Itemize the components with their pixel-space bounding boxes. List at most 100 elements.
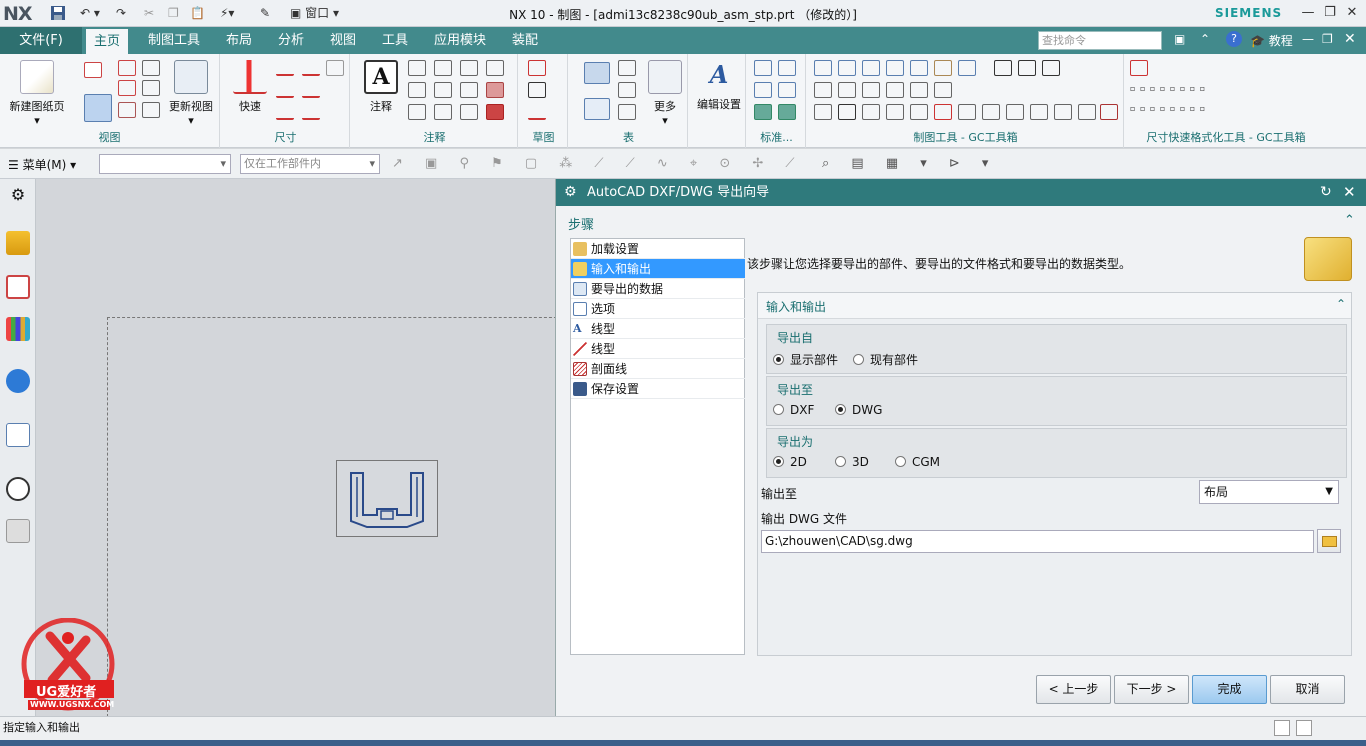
arc-length-dim-icon[interactable] bbox=[302, 104, 320, 120]
bend-table-icon[interactable] bbox=[618, 82, 636, 98]
command-search-input[interactable]: 查找命令 bbox=[1038, 31, 1162, 50]
radio-dxf[interactable]: DXF bbox=[773, 403, 814, 417]
radio-existing-part[interactable]: 现有部件 bbox=[853, 351, 918, 368]
drawing-view-frame[interactable] bbox=[336, 460, 438, 537]
area-fill-icon[interactable] bbox=[486, 82, 504, 98]
list-item[interactable]: 要导出的数据 bbox=[571, 279, 745, 299]
balloon-icon[interactable] bbox=[408, 104, 426, 120]
dimfmt-icon-1[interactable] bbox=[1130, 60, 1148, 76]
finish-button[interactable]: 完成 bbox=[1192, 675, 1267, 704]
linear-dim-icon[interactable] bbox=[276, 60, 294, 76]
radial-dim-icon[interactable] bbox=[276, 82, 294, 98]
part-navigator-icon[interactable] bbox=[6, 231, 30, 255]
gc-icon-23[interactable] bbox=[958, 104, 976, 120]
gc-icon-14[interactable] bbox=[886, 82, 904, 98]
projected-view-icon[interactable] bbox=[84, 94, 112, 122]
datum-feature-icon[interactable] bbox=[408, 82, 426, 98]
view-icon-a[interactable] bbox=[142, 60, 160, 76]
file-menu-button[interactable]: 文件(F) bbox=[0, 27, 82, 54]
dwg-file-input[interactable]: G:\zhouwen\CAD\sg.dwg bbox=[761, 530, 1314, 553]
image-icon[interactable] bbox=[434, 104, 452, 120]
detail-view-icon[interactable] bbox=[118, 60, 136, 76]
base-view-icon[interactable] bbox=[84, 62, 102, 78]
standard-icon-f[interactable] bbox=[778, 104, 796, 120]
sketch-line-icon[interactable] bbox=[528, 104, 546, 120]
standard-icon-e[interactable] bbox=[754, 104, 772, 120]
view-icon-b[interactable] bbox=[142, 80, 160, 96]
gc-icon-10[interactable] bbox=[1042, 60, 1060, 76]
gc-icon-19[interactable] bbox=[862, 104, 880, 120]
search-icon[interactable]: ⌕ bbox=[1145, 32, 1152, 47]
standard-icon-a[interactable] bbox=[754, 60, 772, 76]
list-item[interactable]: 保存设置 bbox=[571, 379, 745, 399]
snap-point-icons[interactable]: ↗ ▣ ⚲ ⚑ ▢ ⁂ ⟋ ⟋ ∿ ⌖ ⊙ ✢ ⟋ ◔ bbox=[392, 156, 812, 171]
sketch-rectangle-icon[interactable] bbox=[528, 82, 546, 98]
list-item[interactable]: 输入和输出 bbox=[571, 259, 745, 279]
gc-icon-26[interactable] bbox=[1030, 104, 1048, 120]
gc-icon-29[interactable] bbox=[1100, 104, 1118, 120]
hole-table-icon[interactable] bbox=[618, 60, 636, 76]
gc-icon-27[interactable] bbox=[1054, 104, 1072, 120]
settings-gear-icon[interactable]: ⚙ bbox=[6, 183, 30, 207]
auto-balloon-icon[interactable] bbox=[618, 104, 636, 120]
radio-cgm[interactable]: CGM bbox=[895, 455, 940, 469]
gc-icon-21[interactable] bbox=[910, 104, 928, 120]
gc-icon-24[interactable] bbox=[982, 104, 1000, 120]
radio-display-part[interactable]: 显示部件 bbox=[773, 351, 838, 368]
type-filter-combo[interactable]: ▾ bbox=[99, 154, 231, 174]
gc-icon-5[interactable] bbox=[910, 60, 928, 76]
tutorial-button[interactable]: 🎓 教程 bbox=[1250, 32, 1293, 49]
assembly-navigator-icon[interactable] bbox=[6, 275, 30, 299]
tab-applications[interactable]: 应用模块 bbox=[426, 27, 494, 54]
browse-button[interactable] bbox=[1317, 529, 1341, 553]
gc-icon-9[interactable] bbox=[1018, 60, 1036, 76]
status-filter-icon[interactable] bbox=[1274, 720, 1290, 736]
radio-3d[interactable]: 3D bbox=[835, 455, 869, 469]
gc-icon-3[interactable] bbox=[862, 60, 880, 76]
restore-button[interactable]: ❐ bbox=[1320, 4, 1340, 22]
parts-list-icon[interactable] bbox=[584, 98, 610, 120]
tab-layout[interactable]: 布局 bbox=[218, 27, 260, 54]
output-to-select[interactable]: 布局 ▼ bbox=[1199, 480, 1339, 504]
chamfer-dim-icon[interactable] bbox=[302, 60, 320, 76]
gc-icon-8[interactable] bbox=[994, 60, 1012, 76]
gc-icon-16[interactable] bbox=[934, 82, 952, 98]
list-item[interactable]: 剖面线 bbox=[571, 359, 745, 379]
minimize-button[interactable]: — bbox=[1298, 4, 1318, 22]
close-button[interactable]: ✕ bbox=[1342, 4, 1362, 22]
reset-icon[interactable]: ↻ bbox=[1320, 179, 1332, 206]
view-icon-c[interactable] bbox=[142, 102, 160, 118]
info-icon[interactable] bbox=[6, 369, 30, 393]
quick-dimension-button[interactable]: 快速 bbox=[228, 60, 272, 114]
view-tool-icons[interactable]: ⌕ ▤ ▦ ▾ ⊳ ▾ bbox=[822, 156, 997, 171]
tab-assembly[interactable]: 装配 bbox=[504, 27, 546, 54]
reuse-library-icon[interactable] bbox=[6, 317, 30, 341]
list-item[interactable]: 选项 bbox=[571, 299, 745, 319]
gc-icon-17[interactable] bbox=[814, 104, 832, 120]
gc-icon-2[interactable] bbox=[838, 60, 856, 76]
doc-restore-button[interactable]: ❐ bbox=[1322, 32, 1333, 46]
edit-settings-button[interactable]: A 编辑设置 bbox=[692, 58, 746, 112]
new-sheet-button[interactable]: 新建图纸页 ▾ bbox=[6, 60, 68, 127]
gc-icon-7[interactable] bbox=[958, 60, 976, 76]
gc-icon-4[interactable] bbox=[886, 60, 904, 76]
steps-section-title[interactable]: 步骤 bbox=[568, 214, 594, 233]
gc-icon-6[interactable] bbox=[934, 60, 952, 76]
gc-icon-15[interactable] bbox=[910, 82, 928, 98]
dimfmt-fit-icons[interactable]: ▫ ▫ ▫ ▫ ▫ ▫ ▫ ▫ bbox=[1130, 104, 1320, 113]
gc-icon-18[interactable] bbox=[838, 104, 856, 120]
update-view-button[interactable]: 更新视图 ▾ bbox=[164, 60, 218, 127]
doc-minimize-button[interactable]: — bbox=[1302, 32, 1314, 46]
status-window-icon[interactable] bbox=[1296, 720, 1312, 736]
history-clock-icon[interactable] bbox=[6, 477, 30, 501]
section-view-icon[interactable] bbox=[118, 80, 136, 96]
help-icon[interactable]: ? bbox=[1226, 31, 1242, 47]
fullscreen-icon[interactable]: ▣ bbox=[1174, 32, 1185, 46]
io-section-header[interactable]: 输入和输出 ⌃ bbox=[758, 293, 1351, 319]
tabular-note-icon[interactable] bbox=[584, 62, 610, 84]
paint-icon[interactable] bbox=[486, 104, 504, 120]
web-browser-icon[interactable] bbox=[6, 423, 30, 447]
more-button[interactable]: 更多 ▾ bbox=[644, 60, 686, 127]
dialog-close-icon[interactable]: ✕ bbox=[1343, 179, 1356, 206]
gc-icon-20[interactable] bbox=[886, 104, 904, 120]
